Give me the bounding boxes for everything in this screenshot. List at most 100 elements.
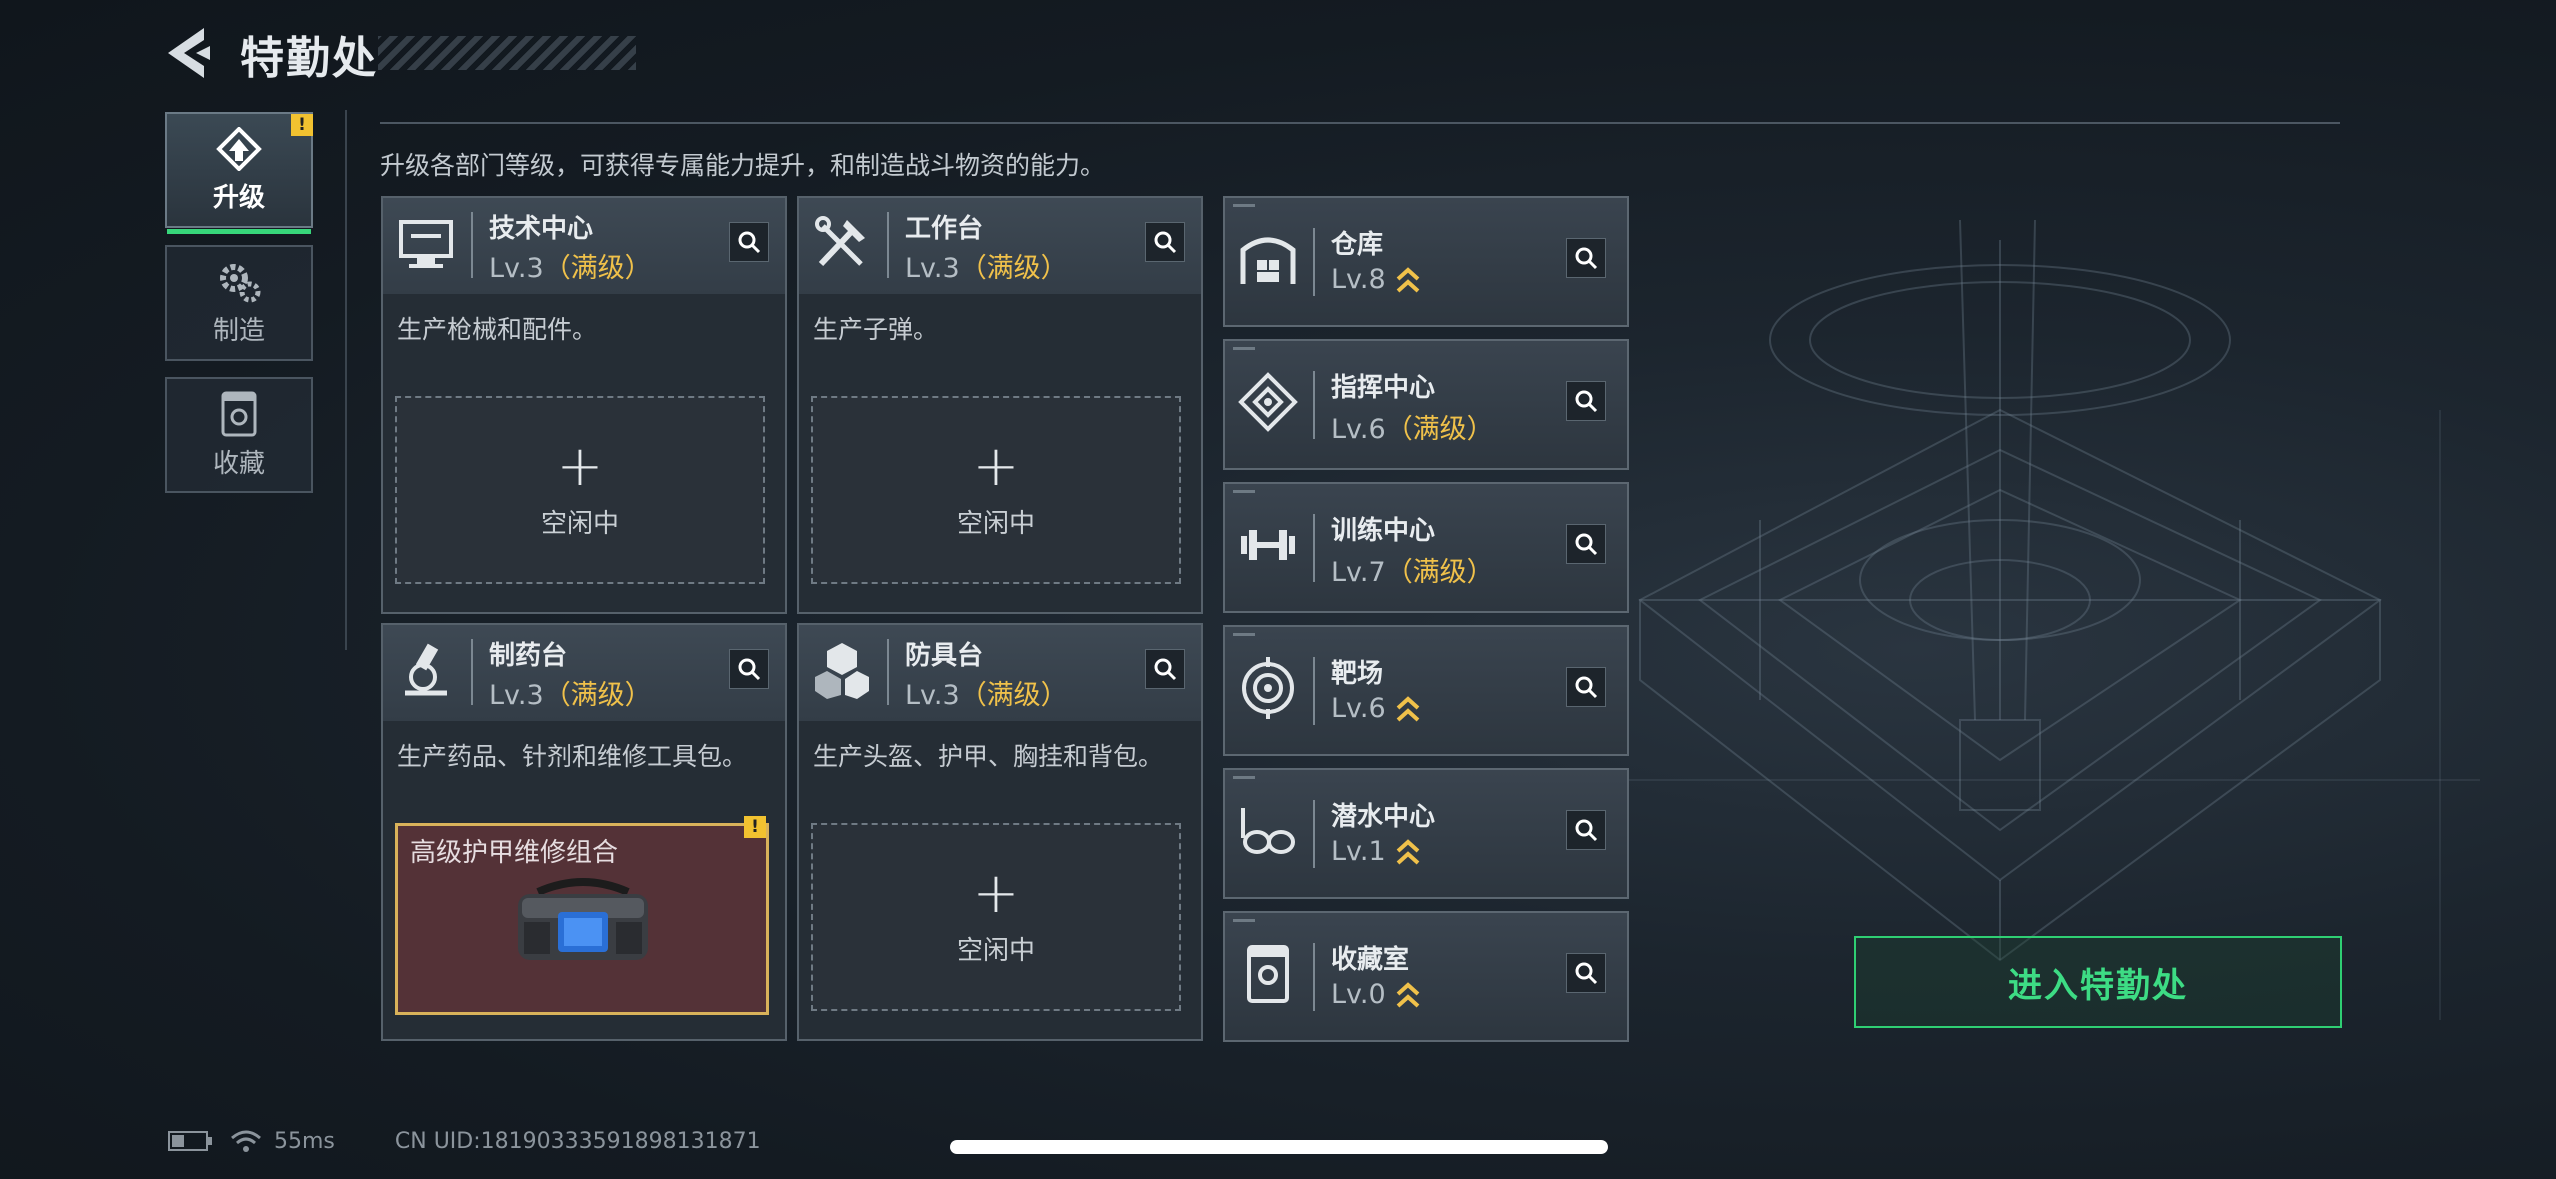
facility-card-warehouse[interactable]: 仓库 Lv.8	[1223, 196, 1629, 327]
command-icon	[1238, 372, 1298, 432]
facility-name: 仓库	[1331, 230, 1384, 260]
inspect-button[interactable]	[1566, 810, 1606, 850]
card-corner-mark	[1233, 204, 1255, 207]
separator	[887, 212, 889, 278]
department-card-armor-bench[interactable]: 防具台 Lv.3（满级） 生产头盔、护甲、胸挂和背包。 + 空闲中	[797, 623, 1203, 1041]
inspect-button[interactable]	[1566, 524, 1606, 564]
level-value: Lv.6	[1331, 414, 1386, 445]
department-card-tech-center[interactable]: 技术中心 Lv.3（满级） 生产枪械和配件。 + 空闲中	[381, 196, 787, 614]
inspect-button[interactable]	[729, 649, 769, 689]
level-value: Lv.1	[1331, 836, 1386, 867]
upgrade-available-icon	[1396, 695, 1420, 721]
facility-level: Lv.8	[1331, 264, 1420, 295]
department-description: 生产药品、针剂和维修工具包。	[397, 742, 748, 771]
department-level: Lv.3（满级）	[905, 673, 1068, 712]
production-slot-idle[interactable]: + 空闲中	[811, 396, 1181, 584]
diving-mask-icon	[1241, 808, 1295, 854]
tab-craft[interactable]: 制造	[165, 245, 313, 361]
dumbbell-icon	[1241, 530, 1295, 560]
facility-name: 收藏室	[1331, 945, 1410, 975]
facility-level: Lv.7（满级）	[1331, 550, 1494, 589]
department-description: 生产头盔、护甲、胸挂和背包。	[813, 742, 1164, 771]
gear-icon	[220, 263, 261, 302]
maxed-tag: （满级）	[543, 253, 652, 284]
collection-icon	[221, 391, 257, 436]
page-description: 升级各部门等级，可获得专属能力提升，和制造战斗物资的能力。	[380, 151, 1106, 180]
separator	[1313, 800, 1315, 868]
maxed-tag: （满级）	[543, 680, 652, 711]
search-icon	[1575, 962, 1598, 985]
search-icon	[1154, 231, 1177, 254]
back-button[interactable]	[160, 22, 220, 84]
department-level: Lv.3（满级）	[905, 246, 1068, 285]
level-value: Lv.3	[489, 253, 544, 284]
tab-craft-label: 制造	[212, 315, 265, 346]
level-value: Lv.7	[1331, 557, 1386, 588]
search-icon	[1575, 390, 1598, 413]
facility-name: 指挥中心	[1331, 373, 1436, 403]
maxed-tag: （满级）	[1385, 557, 1494, 588]
search-icon	[1575, 676, 1598, 699]
facility-card-diving-center[interactable]: 潜水中心 Lv.1	[1223, 768, 1629, 899]
warehouse-icon	[1240, 237, 1296, 284]
level-value: Lv.3	[905, 680, 960, 711]
facility-name: 靶场	[1331, 659, 1384, 689]
crafting-item-name: 高级护甲维修组合	[410, 838, 619, 868]
enter-base-button[interactable]: 进入特勤处	[1854, 936, 2342, 1028]
plus-icon: +	[972, 433, 1020, 499]
department-name: 防具台	[905, 641, 984, 671]
separator	[1313, 657, 1315, 725]
level-value: Lv.6	[1331, 693, 1386, 724]
production-slot-active[interactable]: 高级护甲维修组合 !	[395, 816, 769, 1015]
level-value: Lv.8	[1331, 264, 1386, 295]
facility-card-shooting-range[interactable]: 靶场 Lv.6	[1223, 625, 1629, 756]
home-indicator[interactable]	[950, 1140, 1608, 1154]
inspect-button[interactable]	[1145, 649, 1185, 689]
card-corner-mark	[1233, 776, 1255, 779]
department-card-workbench[interactable]: 工作台 Lv.3（满级） 生产子弹。 + 空闲中	[797, 196, 1203, 614]
inspect-button[interactable]	[729, 222, 769, 262]
department-name: 制药台	[489, 641, 568, 671]
facility-card-collection-room[interactable]: 收藏室 Lv.0	[1223, 911, 1629, 1042]
facility-card-command-center[interactable]: 指挥中心 Lv.6（满级）	[1223, 339, 1629, 470]
wifi-icon	[231, 1130, 261, 1152]
page-title: 特勤处	[240, 33, 378, 84]
tools-icon	[815, 216, 865, 267]
upgrade-icon	[216, 126, 262, 171]
divider	[380, 122, 2340, 124]
department-name: 技术中心	[489, 214, 594, 244]
tab-upgrade[interactable]: 升级 !	[165, 112, 313, 234]
production-slot-idle[interactable]: + 空闲中	[811, 823, 1181, 1011]
display-case-icon	[1247, 945, 1289, 1003]
facility-level: Lv.6	[1331, 693, 1420, 724]
production-slot-idle[interactable]: + 空闲中	[395, 396, 765, 584]
tab-upgrade-label: 升级	[212, 182, 265, 213]
inspect-button[interactable]	[1566, 667, 1606, 707]
battery-icon	[168, 1131, 212, 1151]
tab-collection[interactable]: 收藏	[165, 377, 313, 493]
card-corner-mark	[1233, 919, 1255, 922]
inspect-button[interactable]	[1566, 381, 1606, 421]
separator	[887, 639, 889, 705]
department-card-pharmacy[interactable]: 制药台 Lv.3（满级） 生产药品、针剂和维修工具包。 高级护甲维修组合 !	[381, 623, 787, 1041]
separator	[1313, 371, 1315, 439]
search-icon	[738, 658, 761, 681]
inspect-button[interactable]	[1145, 222, 1185, 262]
facility-name: 潜水中心	[1331, 802, 1436, 832]
divider	[345, 110, 347, 650]
department-description: 生产枪械和配件。	[397, 315, 598, 344]
separator	[1313, 943, 1315, 1011]
active-tab-indicator	[167, 229, 311, 234]
inspect-button[interactable]	[1566, 953, 1606, 993]
upgrade-available-icon	[1396, 838, 1420, 864]
search-icon	[1575, 533, 1598, 556]
search-icon	[1575, 819, 1598, 842]
card-corner-mark	[1233, 347, 1255, 350]
inspect-button[interactable]	[1566, 238, 1606, 278]
ping-value: 55ms	[274, 1128, 335, 1154]
level-value: Lv.3	[489, 680, 544, 711]
facility-card-training-center[interactable]: 训练中心 Lv.7（满级）	[1223, 482, 1629, 613]
facility-level: Lv.1	[1331, 836, 1420, 867]
maxed-tag: （满级）	[1385, 414, 1494, 445]
separator	[471, 639, 473, 705]
